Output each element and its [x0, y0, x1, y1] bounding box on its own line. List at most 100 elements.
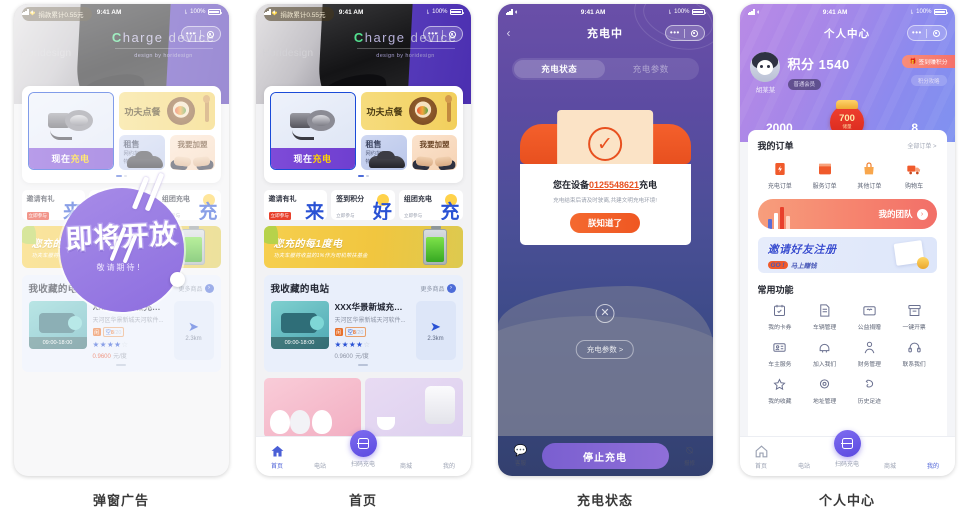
tab-home-2[interactable]: 首页	[256, 444, 299, 470]
tab-mall-2[interactable]: 商城	[385, 444, 428, 470]
member-level-badge: 普通会员	[787, 78, 822, 90]
more-dots-icon[interactable]: •••	[666, 29, 685, 37]
orders-more-link[interactable]: 全部订单 >	[907, 141, 936, 150]
function-invoice[interactable]: 一键开票	[892, 303, 937, 331]
miniapp-capsule-2[interactable]: •••	[422, 26, 463, 42]
join-tile-2[interactable]: 我要加盟	[412, 135, 457, 171]
function-finance-label: 财务管理	[857, 362, 881, 368]
function-join-us[interactable]: 加入我们	[802, 340, 847, 368]
battery-icon	[449, 9, 464, 15]
repair-button[interactable]: ⍉ 报修	[677, 445, 703, 467]
tab-charging-status[interactable]: 充电状态	[513, 60, 605, 78]
carousel-indicator-2[interactable]	[270, 175, 457, 178]
dialog-body: 您在设备0125548621充电 充电结束后请及时驶离,共建文明充电环境! 朕知…	[519, 164, 691, 245]
tab-stations-4[interactable]: 电站	[783, 444, 826, 470]
phone-frame-2: ◐ 9:41 AM ⇂ 100% ❤ 捐款累计0.55元 Horidesign …	[255, 4, 471, 476]
phone-frame-4: ◐ 9:41 AM ⇂ 100% 个人中心 ••• 胡某某 积分 1540 普通…	[739, 4, 955, 476]
function-finance[interactable]: 财务管理	[847, 340, 892, 368]
car-icon	[369, 151, 406, 169]
panel-caption-4: 个人中心	[818, 493, 875, 508]
function-owner-service[interactable]: 车主服务	[758, 340, 803, 368]
dialog-confirm-button[interactable]: 朕知道了	[570, 213, 640, 233]
check-circle-icon: ✓	[588, 127, 622, 161]
tab-mall-label-4: 商城	[883, 463, 896, 470]
rent-title-2: 租售	[365, 140, 382, 149]
dialog-prefix: 您在设备	[552, 180, 589, 190]
charging-params-chip[interactable]: 充电参数 >	[575, 340, 635, 359]
donate-icon	[862, 303, 877, 318]
function-address-mgmt[interactable]: 地址管理	[802, 377, 847, 405]
customer-service-button[interactable]: 💬 客服	[508, 445, 534, 467]
close-target-icon[interactable]	[443, 30, 462, 38]
invite-text: 邀请好友注册 GO ! 马上赚钱	[767, 240, 837, 270]
function-my-coupons[interactable]: 我的卡券	[758, 303, 803, 331]
miniapp-capsule-wrap-3: •••	[664, 25, 705, 41]
segmented-tabs-3: 充电状态 充电参数	[511, 58, 699, 80]
station-navigate-2[interactable]: ➤ 2.3km	[415, 301, 456, 361]
more-dots-icon[interactable]: •••	[908, 29, 927, 37]
station-slider-indicator-2[interactable]	[271, 364, 456, 366]
function-vehicle-mgmt[interactable]: 车辆管理	[802, 303, 847, 331]
more-dots-icon[interactable]: •••	[424, 30, 443, 38]
price-unit-2: 元/度	[355, 354, 369, 361]
tab-mall-4[interactable]: 商城	[869, 444, 912, 470]
user-points-block: 积分 1540 普通会员	[787, 52, 850, 91]
tab-mine-2[interactable]: 我的	[428, 444, 471, 470]
scan-icon[interactable]	[833, 429, 861, 457]
tab-home-4[interactable]: 首页	[740, 444, 783, 470]
function-my-favorites[interactable]: 我的收藏	[758, 377, 803, 405]
functions-title: 常用功能	[757, 285, 794, 295]
nav-bar-4: 个人中心 •••	[740, 20, 955, 46]
coming-soon-badge[interactable]: 即将开放 敬请期待！	[59, 188, 184, 312]
order-cart[interactable]: 购物车	[892, 161, 937, 190]
food-order-tile-2[interactable]: 功夫点餐	[360, 92, 457, 130]
invite-go-tag: GO !	[767, 260, 788, 270]
other-order-icon	[861, 161, 877, 177]
signin-button[interactable]: 🎁 签到赚积分	[902, 55, 955, 68]
scan-icon[interactable]	[349, 429, 377, 457]
promo-char-6: 充	[440, 202, 460, 221]
function-address-mgmt-label: 地址管理	[813, 399, 837, 405]
back-icon[interactable]: ‹	[507, 27, 511, 39]
promo-row-2: 邀请有礼 立即参与 来 签到积分 立即参与 好 组团充电 立即参与 充	[263, 190, 463, 221]
order-service[interactable]: 服务订单	[802, 161, 847, 190]
tab-bar-4: 首页 电站 扫码充电 商城 我的	[739, 429, 955, 476]
stop-charging-button[interactable]: 停止充电	[541, 443, 669, 469]
function-contact-us[interactable]: 联系我们	[892, 340, 937, 368]
charity-banner-2[interactable]: 您充的每1度电 功夫车服将收益的1%作为司机帮扶基金	[263, 226, 463, 269]
tab-stations-2[interactable]: 电站	[299, 444, 342, 470]
function-history[interactable]: 历史足迹	[847, 377, 892, 405]
charge-now-tile-2[interactable]: 现在充电	[269, 92, 356, 171]
miniapp-capsule-3[interactable]: •••	[664, 25, 705, 41]
miniapp-capsule-4[interactable]: •••	[906, 25, 947, 41]
charging-screen: ◐ 9:41 AM ⇂ 100% ‹ 充电中 ••• 充电状态 充电参数 ✕ 充…	[497, 4, 713, 476]
promo-card-signin-2[interactable]: 签到积分 立即参与 好	[331, 190, 395, 221]
product-card-appliance[interactable]	[365, 377, 463, 438]
order-charge[interactable]: 充电订单	[758, 161, 803, 190]
invite-banner[interactable]: 邀请好友注册 GO ! 马上赚钱	[757, 237, 937, 273]
close-target-icon[interactable]	[685, 29, 704, 37]
headset-icon	[907, 340, 922, 355]
close-icon[interactable]: ✕	[595, 304, 615, 323]
orders-header: 我的订单 全部订单 >	[758, 139, 937, 152]
points-guide-button[interactable]: 积分攻略	[910, 75, 947, 86]
panel-caption-1: 弹窗广告	[92, 493, 149, 508]
content-sheet: 我的订单 全部订单 > 充电订单 服务订单 其他订单 购物车 我的团队 › 邀请…	[747, 130, 947, 436]
tab-mine-4[interactable]: 我的	[912, 444, 955, 470]
rent-tile-2[interactable]: 租售 网约车 物流车	[360, 135, 408, 171]
product-card-plush[interactable]	[263, 377, 361, 438]
promo-card-invite-2[interactable]: 邀请有礼 立即参与 来	[263, 190, 328, 221]
avatar[interactable]	[749, 52, 780, 82]
order-other[interactable]: 其他订单	[847, 161, 892, 190]
function-donation[interactable]: 公益捐赠	[847, 303, 892, 331]
tab-charging-params[interactable]: 充电参数	[605, 60, 697, 78]
tab-scan-2[interactable]: 扫码充电	[342, 429, 385, 468]
station-row-2[interactable]: 09:00-18:00 XXX华景新城充电站... 天河区华景新城天河软件...…	[270, 301, 456, 361]
close-target-icon[interactable]	[927, 29, 946, 37]
station-slots-2: 闲 空8/20	[334, 327, 410, 338]
promo-card-group-2[interactable]: 组团充电 立即参与 充	[398, 190, 463, 221]
leaf-icon	[263, 226, 278, 245]
favorite-stations-more-2[interactable]: 更多商品 ›	[420, 283, 456, 293]
tab-scan-4[interactable]: 扫码充电	[826, 429, 869, 468]
my-team-banner[interactable]: 我的团队 ›	[757, 199, 937, 229]
